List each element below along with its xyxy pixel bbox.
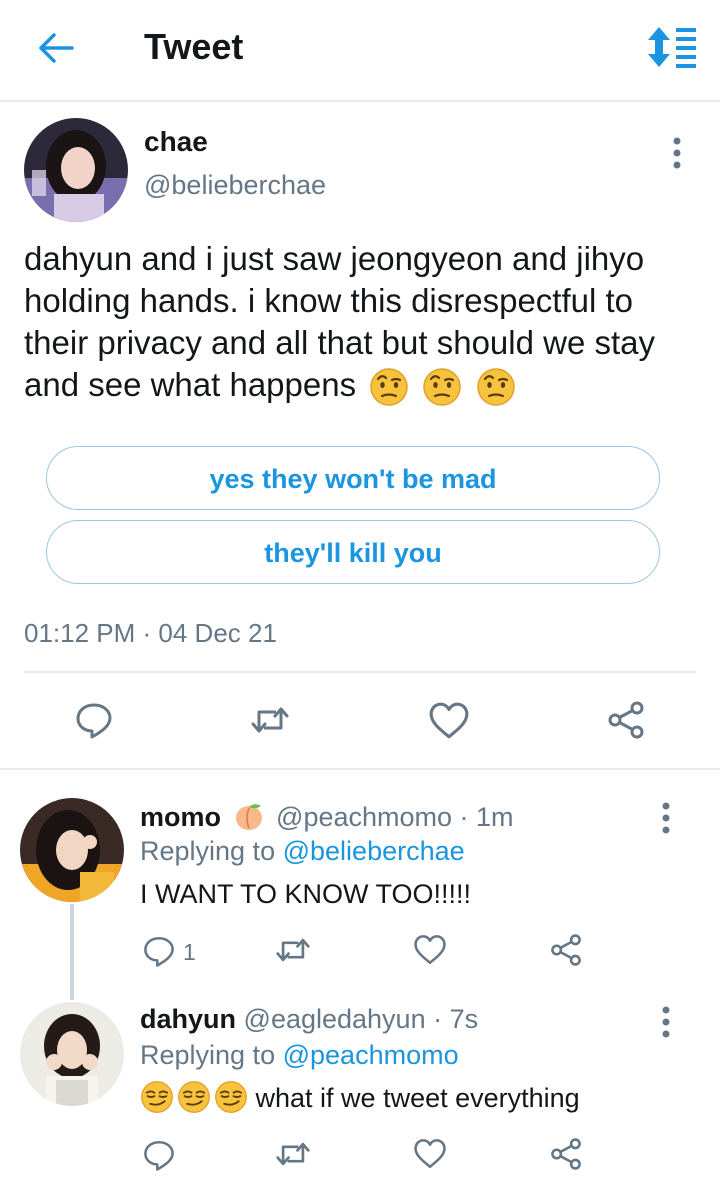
poll-option-1[interactable]: yes they won't be mad [46,446,660,510]
replying-prefix: Replying to [140,1040,276,1070]
avatar[interactable] [20,798,124,902]
like-icon[interactable] [413,1137,447,1171]
divider [24,671,696,673]
tweet-body: dahyun and i just saw jeongyeon and jihy… [24,240,656,403]
retweet-icon[interactable] [248,700,292,740]
replying-to-link[interactable]: @belieberchae [283,836,465,866]
reply-text: I WANT TO KNOW TOO!!!!! [140,879,472,909]
tweet-author-name[interactable]: chae [144,126,208,158]
reply-header: dahyun @eagledahyun · 7s [140,1004,478,1035]
like-icon[interactable] [413,933,447,967]
smirk-emoji-icon [140,1080,174,1114]
retweet-icon[interactable] [274,1136,312,1172]
more-options-icon[interactable] [651,798,681,838]
smirk-emoji-icon [177,1080,211,1114]
replying-prefix: Replying to [140,836,276,866]
divider [0,768,720,770]
share-icon[interactable] [549,1137,583,1171]
replying-to: Replying to @peachmomo [140,1040,459,1071]
share-icon[interactable] [606,700,646,740]
thread-line [70,904,74,1000]
reply-author-handle[interactable]: @eagledahyun · 7s [244,1004,479,1034]
avatar[interactable] [20,1002,124,1106]
reply-text: what if we tweet everything [255,1083,580,1113]
reply-icon[interactable] [142,1138,176,1172]
tweet-author-handle[interactable]: @belieberchae [144,170,326,201]
sort-icon[interactable] [646,26,698,68]
peach-emoji-icon [235,804,262,830]
poll-option-2[interactable]: they'll kill you [46,520,660,584]
raised-eyebrow-emoji-icon [422,367,462,407]
smirk-emoji-icon [214,1080,248,1114]
share-icon[interactable] [549,933,583,967]
like-icon[interactable] [428,700,470,742]
reply-author-handle[interactable]: @peachmomo · 1m [276,802,514,832]
reply-icon[interactable] [74,700,114,740]
top-bar: Tweet [0,0,720,102]
tweet-timestamp: 01:12 PM · 04 Dec 21 [24,618,277,648]
replying-to: Replying to @belieberchae [140,836,465,867]
tweet-text: dahyun and i just saw jeongyeon and jihy… [24,238,704,407]
reply-author-name[interactable]: momo [140,802,221,832]
more-options-icon[interactable] [651,1002,681,1042]
back-arrow-icon[interactable] [36,28,76,68]
reply-count: 1 [183,939,196,965]
replying-to-link[interactable]: @peachmomo [283,1040,459,1070]
more-options-icon[interactable] [662,133,692,173]
reply-author-name[interactable]: dahyun [140,1004,236,1034]
retweet-icon[interactable] [274,932,312,968]
page-title: Tweet [144,26,244,67]
reply-text-line: what if we tweet everything [140,1080,580,1114]
raised-eyebrow-emoji-icon [476,367,516,407]
reply-icon[interactable] [142,934,176,968]
avatar[interactable] [24,118,128,222]
reply-header: momo @peachmomo · 1m [140,800,514,833]
raised-eyebrow-emoji-icon [369,367,409,407]
